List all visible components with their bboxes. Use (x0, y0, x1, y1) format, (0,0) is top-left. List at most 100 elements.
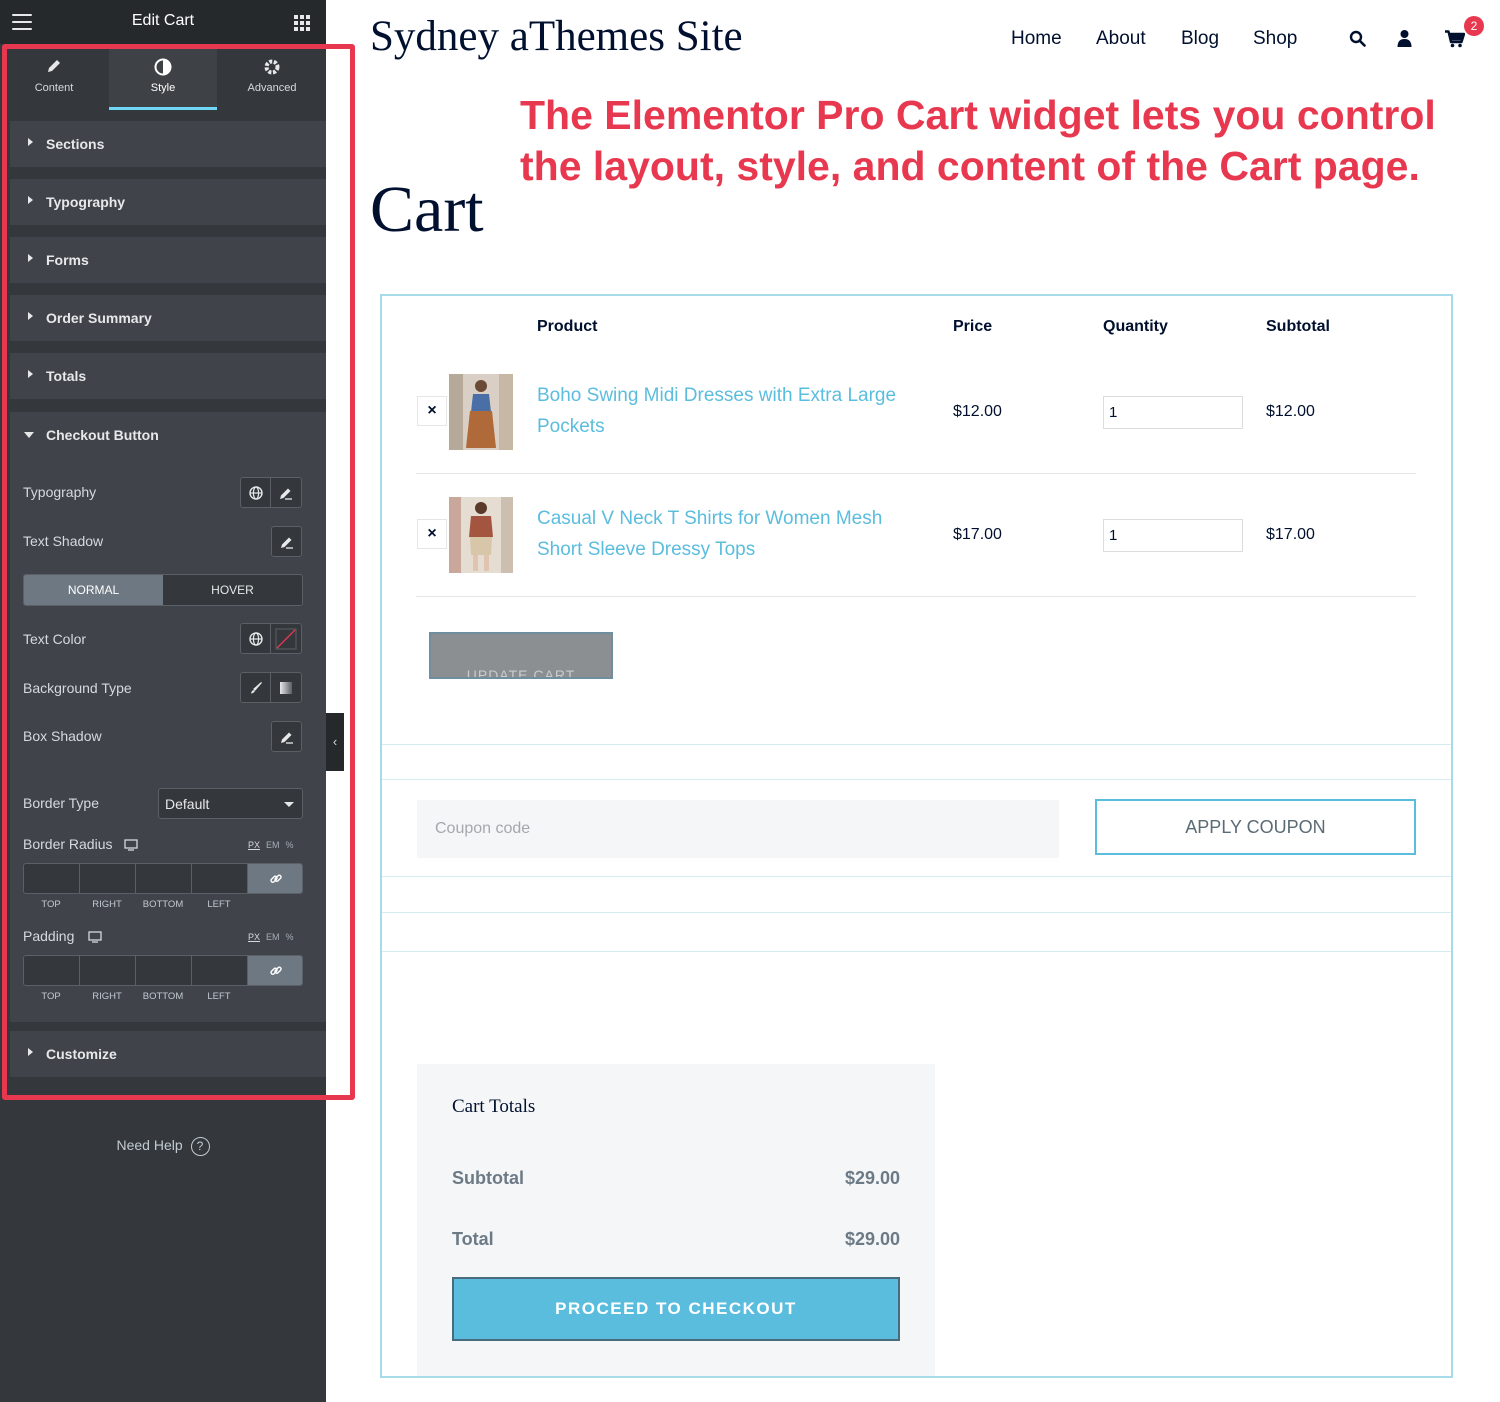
need-help-link[interactable]: Need Help ? (0, 1137, 326, 1156)
section-label: Customize (46, 1046, 117, 1062)
border-type-label: Border Type (23, 795, 100, 811)
section-label: Typography (46, 194, 126, 210)
unit-px[interactable]: PX (248, 932, 260, 942)
unit-percent[interactable]: % (286, 932, 294, 942)
unit-px[interactable]: PX (248, 840, 260, 850)
padding-units: PX EM% (242, 932, 294, 942)
radius-left-input[interactable] (192, 864, 248, 893)
search-icon[interactable] (1349, 30, 1366, 52)
nav-home[interactable]: Home (1011, 28, 1062, 50)
padding-label: Padding (23, 928, 75, 944)
product-name-link[interactable]: Casual V Neck T Shirts for Women Mesh Sh… (537, 503, 917, 565)
padding-inputs (23, 955, 303, 986)
tab-content[interactable]: Content (0, 44, 108, 110)
apply-coupon-button[interactable]: APPLY COUPON (1095, 799, 1416, 855)
remove-item-button[interactable]: × (417, 396, 447, 426)
color-swatch-empty[interactable] (271, 623, 302, 654)
col-header-quantity: Quantity (1103, 318, 1168, 335)
link-values-icon[interactable] (248, 956, 302, 985)
section-order-summary[interactable]: Order Summary (10, 295, 326, 341)
collapse-panel-button[interactable]: ‹ (326, 713, 344, 771)
caret-right-icon (28, 254, 33, 262)
row-divider (416, 596, 1416, 597)
radius-bottom-input[interactable] (136, 864, 192, 893)
unit-em[interactable]: EM (266, 840, 280, 850)
edit-typography-icon[interactable] (271, 477, 302, 508)
state-toggle: NORMAL HOVER (23, 574, 303, 606)
section-divider (382, 951, 1451, 952)
update-cart-button[interactable]: UPDATE CART (429, 632, 613, 679)
section-label: Totals (46, 368, 87, 384)
desktop-icon[interactable] (124, 838, 138, 856)
help-icon: ? (190, 1137, 210, 1156)
product-thumbnail[interactable] (449, 497, 513, 573)
gear-icon (218, 58, 326, 76)
dim-label-right: RIGHT (92, 899, 122, 910)
annotation-callout: The Elementor Pro Cart widget lets you c… (520, 92, 1436, 189)
brush-icon[interactable] (240, 672, 271, 703)
item-subtotal: $17.00 (1266, 526, 1315, 543)
tab-style[interactable]: Style (109, 44, 217, 110)
caret-down-icon (24, 432, 34, 438)
proceed-to-checkout-button[interactable]: PROCEED TO CHECKOUT (452, 1277, 900, 1341)
padding-left-input[interactable] (192, 956, 248, 985)
dim-label-left: LEFT (207, 991, 231, 1002)
tab-style-label: Style (150, 82, 176, 94)
radius-top-input[interactable] (24, 864, 80, 893)
padding-right-input[interactable] (80, 956, 136, 985)
nav-about[interactable]: About (1096, 28, 1146, 50)
coupon-code-input[interactable]: Coupon code (417, 800, 1059, 858)
border-radius-inputs (23, 863, 303, 894)
product-thumbnail[interactable] (449, 374, 513, 450)
radius-right-input[interactable] (80, 864, 136, 893)
border-radius-units: PX EM% (242, 840, 294, 850)
section-forms[interactable]: Forms (10, 237, 326, 283)
section-sections[interactable]: Sections (10, 121, 326, 167)
section-label: Order Summary (46, 310, 152, 326)
dim-label-bottom: BOTTOM (142, 991, 184, 1002)
item-subtotal: $12.00 (1266, 403, 1315, 420)
col-header-subtotal: Subtotal (1266, 318, 1330, 335)
quantity-input[interactable]: 1 (1103, 396, 1243, 429)
state-normal-tab[interactable]: NORMAL (24, 575, 163, 605)
desktop-icon[interactable] (88, 930, 102, 948)
quantity-input[interactable]: 1 (1103, 519, 1243, 552)
border-type-select[interactable]: Default (158, 788, 303, 819)
panel-header: Edit Cart (0, 0, 326, 44)
product-name-link[interactable]: Boho Swing Midi Dresses with Extra Large… (537, 380, 917, 442)
typography-label: Typography (23, 484, 97, 500)
caret-right-icon (28, 138, 33, 146)
padding-top-input[interactable] (24, 956, 80, 985)
padding-bottom-input[interactable] (136, 956, 192, 985)
section-divider (382, 744, 1451, 745)
section-typography[interactable]: Typography (10, 179, 326, 225)
unit-em[interactable]: EM (266, 932, 280, 942)
edit-box-shadow-icon[interactable] (271, 721, 302, 752)
unit-percent[interactable]: % (286, 840, 294, 850)
global-icon[interactable] (240, 623, 271, 654)
text-color-label: Text Color (23, 631, 87, 647)
widgets-grid-icon[interactable] (294, 15, 310, 31)
cart-icon[interactable] (1445, 30, 1466, 53)
section-totals[interactable]: Totals (10, 353, 326, 399)
caret-right-icon (28, 1048, 33, 1056)
gradient-icon[interactable] (271, 672, 302, 703)
section-divider (382, 876, 1451, 877)
global-icon[interactable] (240, 477, 271, 508)
nav-blog[interactable]: Blog (1181, 28, 1219, 50)
section-divider (382, 912, 1451, 913)
site-title[interactable]: Sydney aThemes Site (370, 12, 743, 61)
state-hover-tab[interactable]: HOVER (163, 575, 302, 605)
section-checkout-button[interactable]: Checkout Button (10, 412, 326, 458)
dim-label-top: TOP (41, 991, 61, 1002)
section-customize[interactable]: Customize (10, 1031, 326, 1077)
chevron-down-icon (284, 802, 294, 807)
remove-item-button[interactable]: × (417, 519, 447, 549)
link-values-icon[interactable] (248, 864, 302, 893)
section-label: Checkout Button (46, 427, 159, 443)
dim-label-right: RIGHT (92, 991, 122, 1002)
tab-advanced[interactable]: Advanced (218, 44, 326, 110)
nav-shop[interactable]: Shop (1253, 28, 1297, 50)
user-icon[interactable] (1397, 29, 1412, 52)
edit-text-shadow-icon[interactable] (271, 526, 302, 557)
